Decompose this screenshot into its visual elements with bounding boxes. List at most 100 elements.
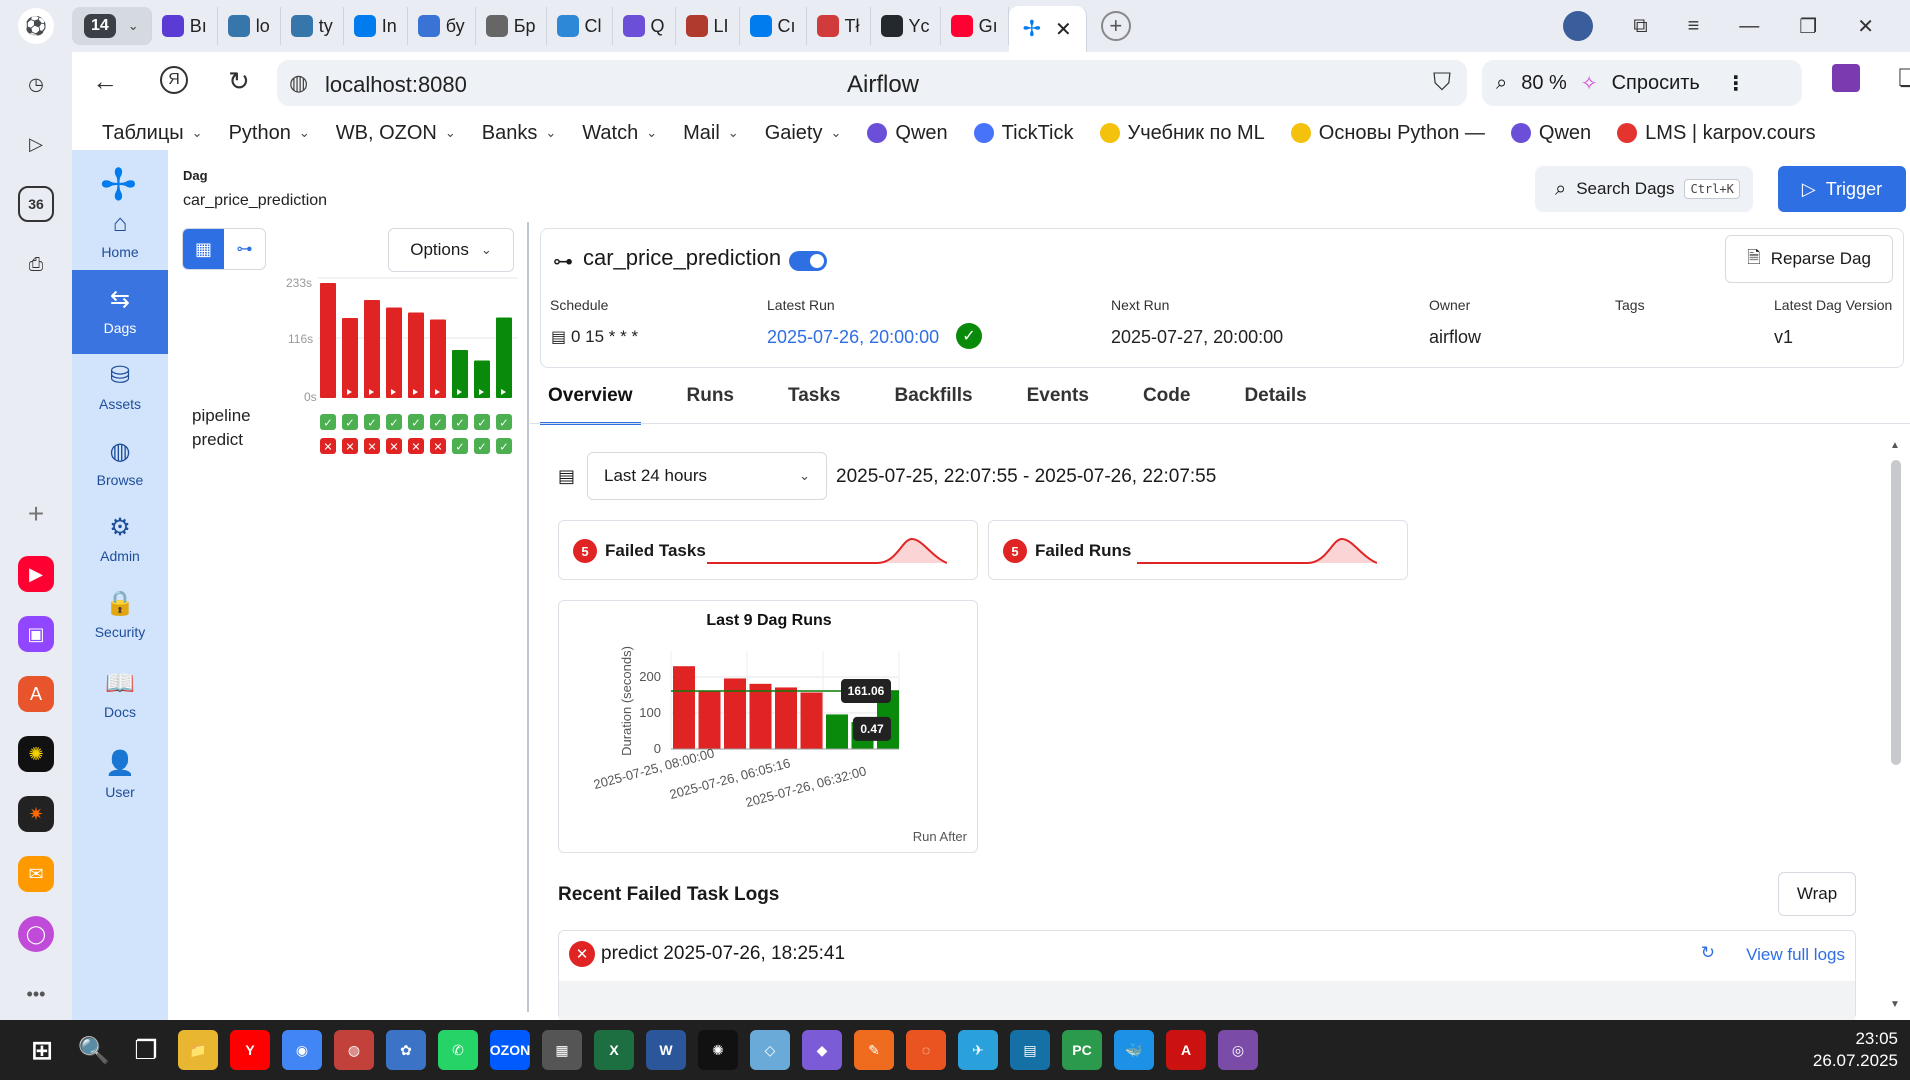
- window-close-icon[interactable]: ✕: [1857, 14, 1874, 39]
- url-field[interactable]: ◍ localhost:8080 Airflow ⛉: [277, 60, 1467, 106]
- avatar[interactable]: [1563, 11, 1594, 41]
- taskbar-app-icon[interactable]: Y: [230, 1030, 270, 1070]
- taskbar-app-icon[interactable]: PC: [1062, 1030, 1102, 1070]
- task-instance[interactable]: ✕: [342, 438, 358, 454]
- run-bar[interactable]: [408, 312, 424, 399]
- bookmark-link[interactable]: TickTick: [973, 122, 1074, 145]
- taskbar-app-icon[interactable]: ✈: [958, 1030, 998, 1070]
- restore-icon[interactable]: ❐: [1799, 14, 1817, 39]
- task-instance[interactable]: ✓: [452, 414, 468, 430]
- screenshot-icon[interactable]: ⎙: [18, 246, 54, 282]
- mail-icon[interactable]: ✉: [18, 856, 54, 892]
- task-instance[interactable]: ✕: [430, 438, 446, 454]
- latest-run-link[interactable]: 2025-07-26, 20:00:00: [767, 327, 939, 348]
- failed-tasks-card[interactable]: 5 Failed Tasks: [558, 520, 978, 580]
- taskbar-app-icon[interactable]: ◉: [282, 1030, 322, 1070]
- taskbar-app-icon[interactable]: X: [594, 1030, 634, 1070]
- task-name-pipeline[interactable]: pipeline: [192, 406, 251, 426]
- bookmark-folder[interactable]: Python ⌄: [229, 122, 310, 145]
- tab-backfills[interactable]: Backfills: [886, 385, 980, 425]
- tab-code[interactable]: Code: [1135, 385, 1199, 425]
- tab-overview[interactable]: Overview: [540, 385, 641, 425]
- run-bar[interactable]: [342, 318, 358, 398]
- time-range-select[interactable]: Last 24 hours ⌄: [587, 452, 827, 500]
- task-instance[interactable]: ✓: [452, 438, 468, 454]
- chart-bar[interactable]: [800, 692, 823, 749]
- burst-icon[interactable]: ✺: [18, 736, 54, 772]
- taskbar-app-icon[interactable]: W: [646, 1030, 686, 1070]
- task-instance[interactable]: ✓: [474, 414, 490, 430]
- graph-view-icon[interactable]: ⊶: [224, 229, 265, 269]
- taskbar-app-icon[interactable]: 🐳: [1114, 1030, 1154, 1070]
- taskbar-app-icon[interactable]: 🔍: [74, 1030, 114, 1070]
- taskbar-app-icon[interactable]: OZON: [490, 1030, 530, 1070]
- bookmark-folder[interactable]: Mail ⌄: [683, 122, 739, 145]
- bookmark-folder[interactable]: Banks ⌄: [482, 122, 557, 145]
- nav-item-dags[interactable]: ⇆ Dags: [72, 270, 168, 354]
- task-instance[interactable]: ✓: [342, 414, 358, 430]
- new-tab-button[interactable]: +: [1100, 11, 1131, 41]
- run-bar[interactable]: [320, 283, 336, 398]
- bookmark-link[interactable]: Основы Python —: [1290, 122, 1485, 145]
- browser-tab[interactable]: In: [344, 7, 408, 45]
- minimize-icon[interactable]: —: [1739, 15, 1759, 38]
- bookmark-icon[interactable]: ⛉: [1433, 69, 1451, 97]
- failed-runs-card[interactable]: 5 Failed Runs: [988, 520, 1408, 580]
- nav-item-browse[interactable]: ◍ Browse: [72, 422, 168, 506]
- history-icon[interactable]: ◷: [18, 66, 54, 102]
- browser-tab[interactable]: Cl: [547, 7, 613, 45]
- bookmark-folder[interactable]: Gaiety ⌄: [765, 122, 842, 145]
- task-instance[interactable]: ✓: [496, 438, 512, 454]
- youtube-icon[interactable]: ▶: [18, 556, 54, 592]
- back-icon[interactable]: ←: [92, 66, 118, 97]
- taskbar-app-icon[interactable]: 📁: [178, 1030, 218, 1070]
- profile-icon[interactable]: ⚽: [18, 8, 54, 44]
- kebab-icon[interactable]: ⋮: [1726, 71, 1746, 96]
- browser-tab[interactable]: LI: [676, 7, 740, 45]
- chart-bar[interactable]: [749, 683, 772, 749]
- badge-icon[interactable]: 36: [18, 186, 54, 222]
- taskbar-app-icon[interactable]: ◍: [334, 1030, 374, 1070]
- taskbar-app-icon[interactable]: ✺: [698, 1030, 738, 1070]
- run-bar[interactable]: [386, 307, 402, 399]
- browser-tab[interactable]: Yc: [871, 7, 941, 45]
- browser-tab[interactable]: Вı: [152, 7, 218, 45]
- tab-group[interactable]: 14 ⌄: [72, 7, 152, 45]
- taskbar-app-icon[interactable]: ⊞: [22, 1030, 62, 1070]
- yandex-icon[interactable]: Я: [160, 66, 188, 94]
- play-icon[interactable]: ▷: [18, 126, 54, 162]
- taskbar-app-icon[interactable]: A: [1166, 1030, 1206, 1070]
- scroll-thumb[interactable]: [1891, 460, 1901, 765]
- chart-bar[interactable]: [724, 678, 746, 749]
- nav-item-docs[interactable]: 📖 Docs: [72, 654, 168, 738]
- chart-bar[interactable]: [826, 714, 848, 749]
- taskbar-app-icon[interactable]: ✎: [854, 1030, 894, 1070]
- tab-details[interactable]: Details: [1236, 385, 1314, 425]
- alice-icon[interactable]: ◯: [18, 916, 54, 952]
- nav-item-home[interactable]: ⌂ Home: [72, 194, 168, 278]
- tab-tasks[interactable]: Tasks: [780, 385, 848, 425]
- browser-tab[interactable]: Q: [613, 7, 676, 45]
- task-instance[interactable]: ✕: [320, 438, 336, 454]
- task-instance[interactable]: ✓: [320, 414, 336, 430]
- scroll-up-icon[interactable]: ▲: [1890, 440, 1900, 451]
- nav-item-security[interactable]: 🔒 Security: [72, 574, 168, 658]
- task-instance[interactable]: ✓: [474, 438, 490, 454]
- extension-icon[interactable]: [1832, 64, 1860, 92]
- add-icon[interactable]: +: [18, 496, 54, 532]
- task-instance[interactable]: ✓: [386, 414, 402, 430]
- task-instance[interactable]: ✓: [430, 414, 446, 430]
- task-instance[interactable]: ✕: [408, 438, 424, 454]
- collections-icon[interactable]: ⧉: [1633, 15, 1647, 38]
- ask-button[interactable]: Спросить: [1612, 72, 1700, 95]
- bookmark-folder[interactable]: WB, OZON ⌄: [336, 122, 456, 145]
- browser-tab[interactable]: ty: [281, 7, 344, 45]
- options-button[interactable]: Options ⌄: [388, 228, 514, 272]
- clock[interactable]: 23:05 26.07.2025: [1813, 1028, 1898, 1072]
- task-instance[interactable]: ✕: [386, 438, 402, 454]
- taskbar-app-icon[interactable]: ▦: [542, 1030, 582, 1070]
- taskbar-app-icon[interactable]: ✿: [386, 1030, 426, 1070]
- bookmark-link[interactable]: Qwen: [1510, 122, 1591, 145]
- taskbar-app-icon[interactable]: ▤: [1010, 1030, 1050, 1070]
- translate-icon[interactable]: A: [18, 676, 54, 712]
